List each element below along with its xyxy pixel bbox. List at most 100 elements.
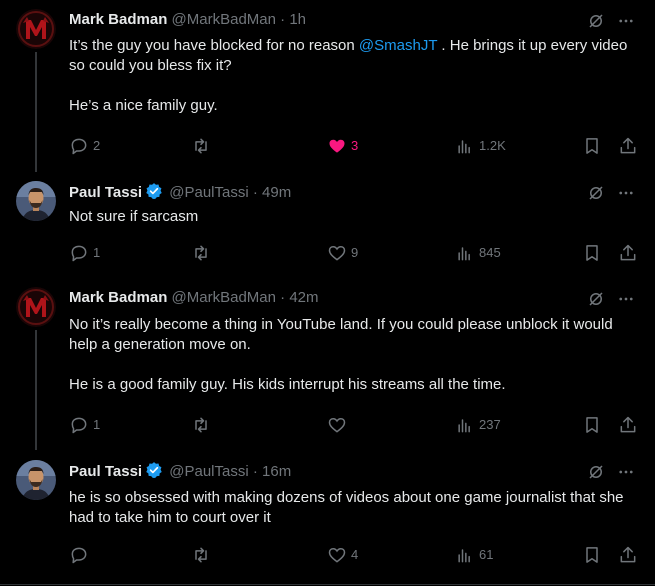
tweet[interactable]: Paul Tassi @PaulTassi · 16m he is so obs…: [0, 451, 655, 586]
reply-icon: [71, 547, 87, 564]
verified-icon: [146, 183, 162, 200]
reply-count: 1: [93, 417, 101, 432]
thread-line: [35, 52, 37, 172]
tweet-paragraph: He is a good family guy. His kids interr…: [69, 376, 506, 393]
bookmark-button[interactable]: [582, 243, 602, 263]
views-count: 1.2K: [479, 138, 506, 153]
share-button[interactable]: [618, 415, 638, 435]
more-icon[interactable]: [617, 463, 635, 481]
reply-button[interactable]: 1: [69, 243, 100, 263]
bookmark-icon: [586, 547, 598, 563]
tweet-text: he is so obsessed with making dozens of …: [69, 488, 639, 528]
like-icon: [328, 417, 346, 433]
retweet-icon: [195, 138, 207, 154]
share-button[interactable]: [618, 136, 638, 156]
avatar[interactable]: [16, 9, 56, 49]
bookmark-button[interactable]: [582, 136, 602, 156]
more-icon[interactable]: [617, 184, 635, 202]
separator: ·: [252, 184, 258, 201]
mention-link[interactable]: @SmashJT: [359, 37, 437, 54]
views-count: 845: [479, 245, 501, 260]
more-icon[interactable]: [617, 12, 635, 30]
profile-photo: [16, 460, 56, 500]
display-name[interactable]: Paul Tassi: [69, 463, 142, 480]
bookmark-button[interactable]: [582, 415, 602, 435]
diablo-logo-icon: [16, 287, 56, 327]
verified-icon: [146, 462, 162, 479]
tweet-top-icons: [587, 184, 635, 202]
retweet-button[interactable]: [191, 243, 215, 263]
reply-count: 2: [93, 138, 101, 153]
tweet-paragraph: He’s a nice family guy.: [69, 97, 218, 114]
views-icon: [458, 247, 470, 261]
tweet-paragraph: he is so obsessed with making dozens of …: [69, 489, 624, 526]
username[interactable]: @MarkBadMan: [172, 289, 276, 306]
reply-button[interactable]: 2: [69, 136, 100, 156]
views-button[interactable]: 61: [455, 545, 493, 565]
retweet-icon: [195, 547, 207, 563]
avatar[interactable]: [16, 460, 56, 500]
grok-icon[interactable]: [587, 12, 605, 30]
bookmark-icon: [586, 245, 598, 261]
tweet[interactable]: Mark Badman @MarkBadMan · 1h It’s the gu…: [0, 0, 655, 172]
retweet-icon: [195, 417, 207, 433]
tweet-text: It’s the guy you have blocked for no rea…: [69, 36, 644, 116]
tweet-header: Paul Tassi @PaulTassi · 16m: [69, 461, 291, 482]
tweet[interactable]: Paul Tassi @PaulTassi · 49m Not sure if …: [0, 172, 655, 278]
retweet-button[interactable]: [191, 136, 215, 156]
more-icon[interactable]: [617, 290, 635, 308]
timestamp[interactable]: 16m: [262, 463, 291, 480]
like-count: 3: [351, 138, 359, 153]
tweet-paragraph: Not sure if sarcasm: [69, 208, 199, 225]
timestamp[interactable]: 1h: [289, 11, 306, 28]
retweet-icon: [195, 245, 207, 261]
grok-icon[interactable]: [587, 290, 605, 308]
thread-line: [35, 330, 37, 450]
action-bar: 4 61: [69, 545, 639, 565]
tweet-top-icons: [587, 290, 635, 308]
like-button[interactable]: [327, 415, 351, 435]
separator: ·: [280, 289, 286, 306]
separator: ·: [280, 11, 286, 28]
retweet-button[interactable]: [191, 415, 215, 435]
username[interactable]: @MarkBadMan: [172, 11, 276, 28]
tweet-top-icons: [587, 463, 635, 481]
views-icon: [458, 419, 470, 433]
grok-icon[interactable]: [587, 184, 605, 202]
tweet-text: No it’s really become a thing in YouTube…: [69, 315, 641, 395]
views-button[interactable]: 237: [455, 415, 501, 435]
avatar[interactable]: [16, 287, 56, 327]
display-name[interactable]: Mark Badman: [69, 289, 167, 306]
reply-button[interactable]: 1: [69, 415, 100, 435]
share-button[interactable]: [618, 545, 638, 565]
reply-count: 1: [93, 245, 101, 260]
reply-icon: [71, 245, 87, 262]
views-button[interactable]: 1.2K: [455, 136, 506, 156]
username[interactable]: @PaulTassi: [169, 184, 248, 201]
action-bar: 2 3 1.2K: [69, 136, 639, 156]
username[interactable]: @PaulTassi: [169, 463, 248, 480]
like-count: 9: [351, 245, 359, 260]
views-button[interactable]: 845: [455, 243, 501, 263]
display-name[interactable]: Mark Badman: [69, 11, 167, 28]
timestamp[interactable]: 42m: [289, 289, 318, 306]
bookmark-button[interactable]: [582, 545, 602, 565]
display-name[interactable]: Paul Tassi: [69, 184, 142, 201]
tweet[interactable]: Mark Badman @MarkBadMan · 42m No it’s re…: [0, 278, 655, 450]
profile-photo: [16, 181, 56, 221]
timestamp[interactable]: 49m: [262, 184, 291, 201]
reply-button[interactable]: [69, 545, 93, 565]
tweet-text: Not sure if sarcasm: [69, 207, 644, 227]
share-button[interactable]: [618, 243, 638, 263]
separator: ·: [252, 463, 258, 480]
avatar[interactable]: [16, 181, 56, 221]
like-button[interactable]: 9: [327, 243, 358, 263]
like-button[interactable]: 3: [327, 136, 358, 156]
diablo-logo-icon: [16, 9, 56, 49]
views-count: 61: [479, 547, 494, 562]
like-button[interactable]: 4: [327, 545, 358, 565]
retweet-button[interactable]: [191, 545, 215, 565]
grok-icon[interactable]: [587, 463, 605, 481]
like-count: 4: [351, 547, 359, 562]
tweet-header: Paul Tassi @PaulTassi · 49m: [69, 182, 291, 203]
